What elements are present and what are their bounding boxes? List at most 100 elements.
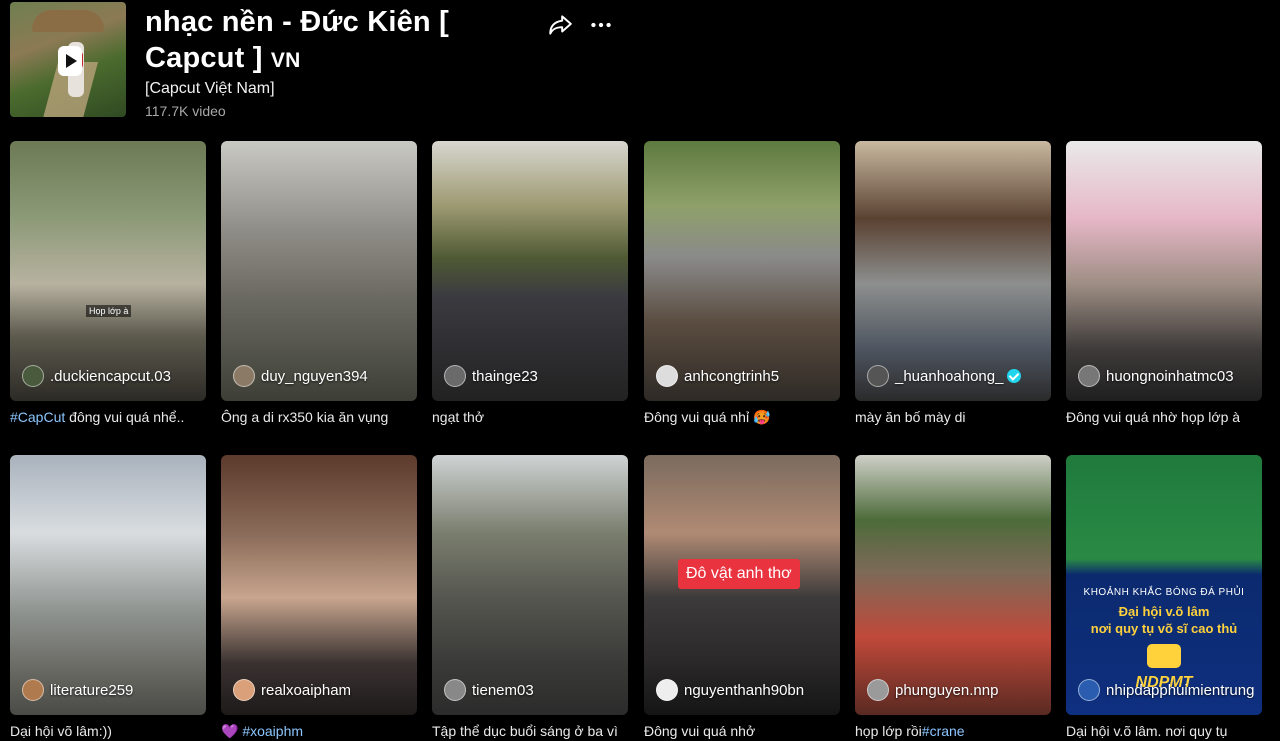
- avatar: [656, 679, 678, 701]
- video-card[interactable]: anhcongtrinh5 Đông vui quá nhỉ 🥵: [644, 141, 840, 427]
- video-author[interactable]: literature259: [22, 679, 133, 701]
- video-description-text: ngạt thở: [432, 409, 484, 425]
- cover-hut-shape: [32, 10, 104, 32]
- video-overlay-text: Đô vật anh thơ: [678, 559, 800, 589]
- video-description[interactable]: ngạt thở: [432, 409, 628, 427]
- sound-title-suffix: VN: [270, 49, 301, 72]
- video-overlay-text: Họp lớp à: [86, 305, 132, 317]
- avatar: [22, 679, 44, 701]
- avatar: [444, 679, 466, 701]
- video-description[interactable]: #CapCut đông vui quá nhể..: [10, 409, 206, 427]
- video-card[interactable]: realxoaipham 💜 #xoaiphm: [221, 455, 417, 741]
- video-thumbnail[interactable]: thainge23: [432, 141, 628, 401]
- video-thumbnail[interactable]: realxoaipham: [221, 455, 417, 715]
- video-thumbnail[interactable]: Họp lớp à .duckiencapcut.03: [10, 141, 206, 401]
- avatar: [22, 365, 44, 387]
- video-description-text: Dại hội võ lâm:)): [10, 723, 112, 739]
- video-description[interactable]: Dại hội võ lâm:)): [10, 723, 206, 741]
- avatar: [233, 679, 255, 701]
- avatar: [1078, 679, 1100, 701]
- video-thumbnail[interactable]: anhcongtrinh5: [644, 141, 840, 401]
- video-card[interactable]: Đô vật anh thơ nguyenthanh90bn Đông vui …: [644, 455, 840, 741]
- video-hashtag[interactable]: #CapCut: [10, 409, 65, 425]
- video-author[interactable]: .duckiencapcut.03: [22, 365, 171, 387]
- more-icon[interactable]: [588, 12, 614, 38]
- video-card[interactable]: thainge23 ngạt thở: [432, 141, 628, 427]
- video-description-text: đông vui quá nhể..: [65, 409, 185, 425]
- video-card[interactable]: Họp lớp à .duckiencapcut.03 #CapCut đông…: [10, 141, 206, 427]
- avatar: [233, 365, 255, 387]
- video-card[interactable]: tienem03 Tập thể dục buổi sáng ở ba vì: [432, 455, 628, 741]
- avatar: [867, 679, 889, 701]
- verified-badge-icon: [1007, 369, 1022, 383]
- video-description-text: Đông vui quá nhờ họp lớp à: [1066, 409, 1241, 425]
- video-author[interactable]: phunguyen.nnp: [867, 679, 998, 701]
- video-thumbnail[interactable]: huongnoinhatmc03: [1066, 141, 1262, 401]
- avatar: [867, 365, 889, 387]
- video-thumbnail[interactable]: phunguyen.nnp: [855, 455, 1051, 715]
- video-author-name: _huanhoahong_: [895, 367, 1004, 385]
- banner-line: KHOẢNH KHẮC BÓNG ĐÁ PHỦI: [1083, 587, 1245, 598]
- video-thumbnail[interactable]: duy_nguyen394: [221, 141, 417, 401]
- video-author[interactable]: tienem03: [444, 679, 534, 701]
- video-card[interactable]: KHOẢNH KHẮC BÓNG ĐÁ PHỦI Đại hội v.õ lâm…: [1066, 455, 1262, 741]
- video-author-name: literature259: [50, 681, 134, 699]
- video-description[interactable]: Đông vui quá nhờ họp lớp à: [1066, 409, 1262, 427]
- video-author[interactable]: nhipdapphuimientrung: [1078, 679, 1254, 701]
- video-card[interactable]: literature259 Dại hội võ lâm:)): [10, 455, 206, 741]
- video-author-name: phunguyen.nnp: [895, 681, 999, 699]
- video-thumbnail[interactable]: KHOẢNH KHẮC BÓNG ĐÁ PHỦI Đại hội v.õ lâm…: [1066, 455, 1262, 715]
- video-thumbnail[interactable]: tienem03: [432, 455, 628, 715]
- video-author[interactable]: _huanhoahong_: [867, 365, 1022, 387]
- video-author-name: tienem03: [472, 681, 534, 699]
- video-description[interactable]: Dại hội v.õ lâm. nơi quy tụ: [1066, 723, 1262, 741]
- video-description[interactable]: Đông vui quá nhỉ 🥵: [644, 409, 840, 427]
- video-author-name: realxoaipham: [261, 681, 352, 699]
- video-count: 117.7K video: [145, 103, 226, 119]
- video-description-text: Ông a di rx350 kia ăn vụng: [221, 409, 389, 425]
- avatar: [656, 365, 678, 387]
- video-description-text: mày ăn bố mày di: [855, 409, 966, 425]
- video-author[interactable]: anhcongtrinh5: [656, 365, 779, 387]
- video-author[interactable]: huongnoinhatmc03: [1078, 365, 1234, 387]
- video-description[interactable]: họp lớp rồi#crane: [855, 723, 1051, 741]
- video-card[interactable]: _huanhoahong_ mày ăn bố mày di: [855, 141, 1051, 427]
- avatar: [444, 365, 466, 387]
- video-description[interactable]: mày ăn bố mày di: [855, 409, 1051, 427]
- video-thumbnail[interactable]: Đô vật anh thơ nguyenthanh90bn: [644, 455, 840, 715]
- video-description-text: Đông vui quá nhở: [644, 723, 756, 739]
- video-author-name: .duckiencapcut.03: [50, 367, 171, 385]
- video-description-text: Đông vui quá nhỉ 🥵: [644, 409, 771, 425]
- video-author-name: huongnoinhatmc03: [1106, 367, 1234, 385]
- video-author[interactable]: nguyenthanh90bn: [656, 679, 804, 701]
- video-author-name: duy_nguyen394: [261, 367, 368, 385]
- video-description[interactable]: Tập thể dục buổi sáng ở ba vì: [432, 723, 628, 741]
- video-hashtag[interactable]: #crane: [922, 723, 965, 739]
- sound-title: nhạc nền - Đức Kiên [ Capcut ] VN: [145, 4, 475, 79]
- video-author-name: nhipdapphuimientrung: [1106, 681, 1255, 699]
- video-description[interactable]: Đông vui quá nhở: [644, 723, 840, 741]
- sound-artist-link[interactable]: [Capcut Việt Nam]: [145, 80, 275, 98]
- pickleball-logo-icon: [1147, 644, 1181, 668]
- video-description-text: Dại hội v.õ lâm. nơi quy tụ: [1066, 723, 1228, 739]
- video-author-name: anhcongtrinh5: [684, 367, 780, 385]
- video-description-text: 💜: [221, 723, 243, 739]
- video-card[interactable]: duy_nguyen394 Ông a di rx350 kia ăn vụng: [221, 141, 417, 427]
- play-icon[interactable]: [58, 46, 82, 76]
- share-icon[interactable]: [547, 12, 573, 38]
- video-card[interactable]: phunguyen.nnp họp lớp rồi#crane: [855, 455, 1051, 741]
- video-author[interactable]: thainge23: [444, 365, 538, 387]
- video-author-name: nguyenthanh90bn: [684, 681, 805, 699]
- video-author[interactable]: realxoaipham: [233, 679, 351, 701]
- banner-line: nơi quy tụ võ sĩ cao thủ: [1090, 621, 1238, 636]
- video-hashtag[interactable]: #xoaiphm: [242, 723, 303, 739]
- sound-cover[interactable]: [10, 2, 126, 117]
- video-description[interactable]: 💜 #xoaiphm: [221, 723, 417, 741]
- video-author-name: thainge23: [472, 367, 538, 385]
- video-author[interactable]: duy_nguyen394: [233, 365, 368, 387]
- video-description[interactable]: Ông a di rx350 kia ăn vụng: [221, 409, 417, 427]
- video-thumbnail[interactable]: _huanhoahong_: [855, 141, 1051, 401]
- video-thumbnail[interactable]: literature259: [10, 455, 206, 715]
- banner-line: Đại hội v.õ lâm: [1118, 604, 1210, 619]
- video-card[interactable]: huongnoinhatmc03 Đông vui quá nhờ họp lớ…: [1066, 141, 1262, 427]
